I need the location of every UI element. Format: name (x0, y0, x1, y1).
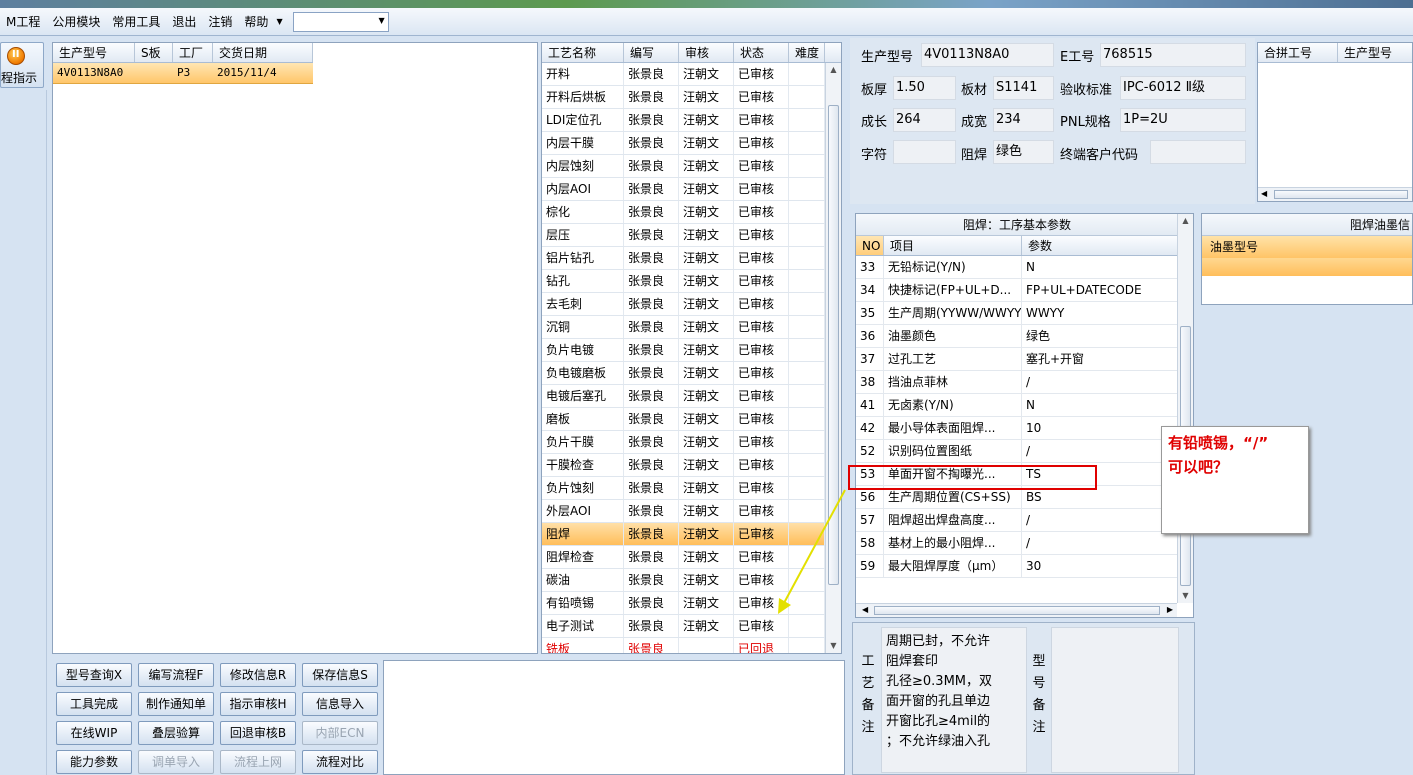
annotation-arrow (778, 489, 846, 614)
